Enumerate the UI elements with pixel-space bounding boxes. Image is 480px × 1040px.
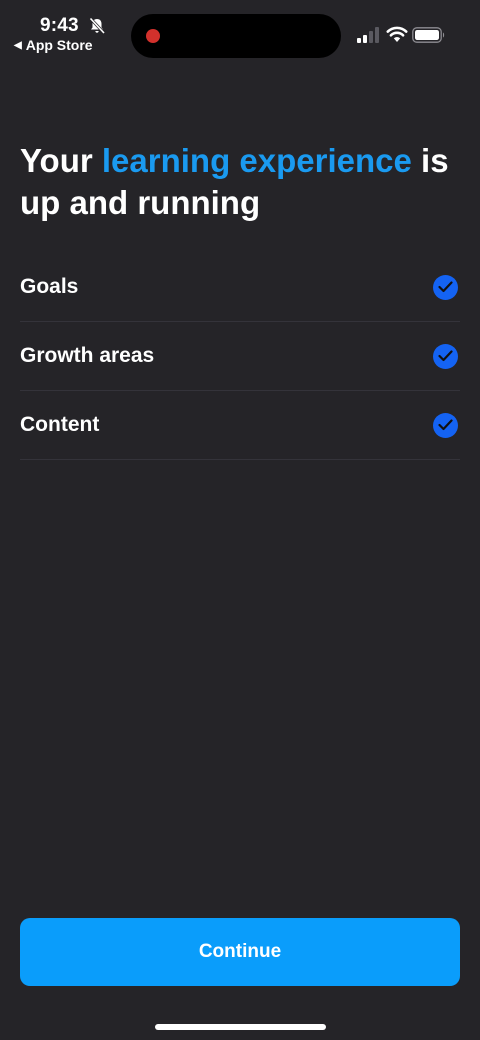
status-time: 9:43: [40, 15, 79, 36]
checkmark-icon: [433, 343, 458, 369]
back-app-label: App Store: [25, 37, 93, 53]
wifi-icon: [386, 26, 408, 42]
signal-icon: [357, 27, 379, 43]
setup-checklist: Goals Growth areas Content: [20, 253, 460, 460]
checklist-item-growth-areas: Growth areas: [20, 322, 460, 391]
back-to-app-store[interactable]: ◀ App Store: [14, 37, 93, 53]
checklist-item-label: Content: [20, 413, 100, 436]
checklist-item-label: Goals: [20, 275, 79, 298]
onboarding-screen: 9:43 ◀ App Store Your learning experienc…: [0, 0, 480, 1040]
bell-slash-icon: [89, 17, 106, 35]
status-bar: 9:43 ◀ App Store: [0, 0, 480, 60]
back-caret-icon: ◀: [14, 39, 22, 51]
home-indicator[interactable]: [155, 1024, 326, 1030]
checkmark-icon: [433, 274, 458, 300]
checklist-item-label: Growth areas: [20, 344, 155, 367]
title-accent-text: learning experience: [101, 142, 412, 179]
continue-button[interactable]: Continue: [20, 918, 460, 986]
battery-icon: [412, 27, 445, 43]
checklist-item-goals: Goals: [20, 253, 460, 322]
dynamic-island: [131, 14, 341, 58]
checklist-item-content: Content: [20, 391, 460, 460]
page-title: Your learning experience is up and runni…: [20, 140, 460, 224]
checkmark-icon: [433, 412, 458, 438]
recording-dot-icon: [146, 29, 160, 43]
title-text: Your: [20, 142, 102, 179]
